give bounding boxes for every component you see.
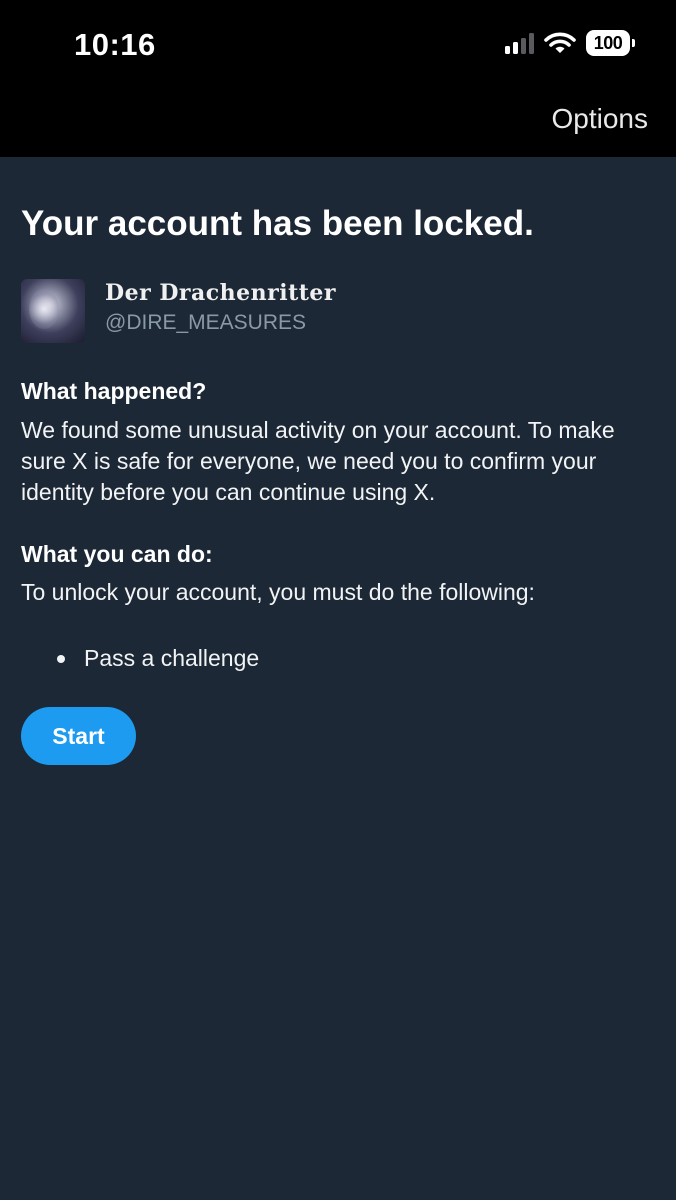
what-happened-title: What happened? (21, 378, 207, 404)
status-icons: 100 (505, 30, 635, 56)
page-title: Your account has been locked. (21, 204, 534, 243)
account-display-name: Der Drachenritter (105, 280, 336, 306)
bullet-icon (57, 654, 65, 663)
start-button[interactable]: Start (21, 707, 136, 765)
what-happened-body: We found some unusual activity on your a… (21, 417, 615, 505)
what-you-can-do-body: To unlock your account, you must do the … (21, 579, 535, 605)
top-bar: 10:16 100 Options (0, 0, 676, 157)
wifi-icon (544, 31, 576, 55)
battery-icon: 100 (586, 30, 635, 56)
options-button[interactable]: Options (552, 103, 649, 135)
avatar (21, 279, 85, 343)
account-handle: @DIRE_MEASURES (105, 311, 307, 334)
status-time: 10:16 (74, 27, 156, 62)
signal-icon (505, 32, 534, 54)
list-item-label: Pass a challenge (84, 645, 260, 671)
what-you-can-do-title: What you can do: (21, 541, 213, 567)
list-item: Pass a challenge (57, 645, 259, 672)
